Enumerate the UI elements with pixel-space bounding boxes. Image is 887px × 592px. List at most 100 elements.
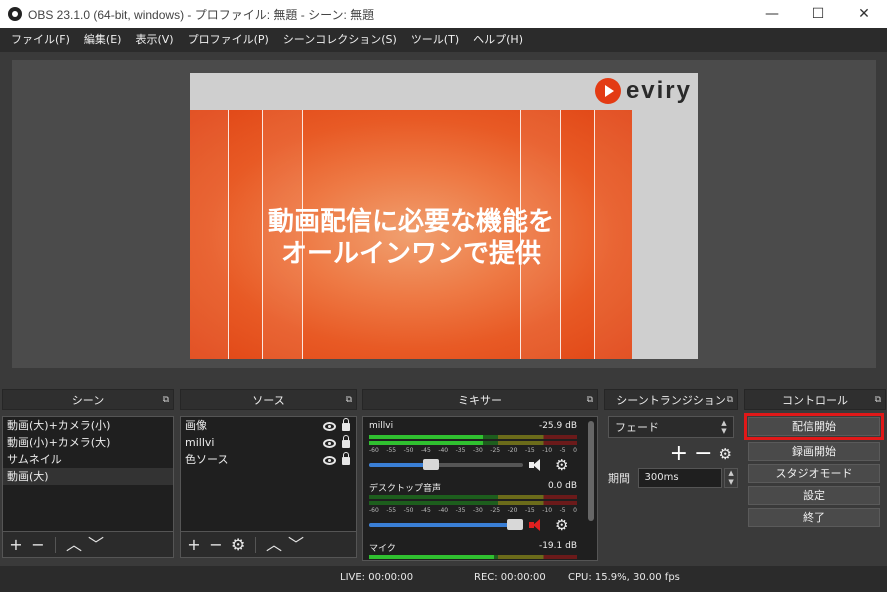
lock-icon[interactable] bbox=[342, 452, 350, 465]
scene-item-selected[interactable]: 動画(大) bbox=[3, 468, 173, 485]
volume-meter bbox=[369, 501, 577, 505]
maximize-button[interactable]: ☐ bbox=[795, 0, 841, 28]
title-bar: OBS 23.1.0 (64-bit, windows) - プロファイル: 無… bbox=[0, 0, 887, 28]
mixer-scrollbar[interactable] bbox=[588, 421, 594, 521]
gear-icon[interactable]: ⚙ bbox=[719, 447, 732, 462]
scale-tick: -50 bbox=[403, 507, 414, 514]
toolbar-divider bbox=[255, 536, 256, 553]
volume-meter bbox=[369, 435, 577, 439]
add-scene-button[interactable]: + bbox=[9, 536, 23, 553]
add-transition-button[interactable]: + bbox=[670, 443, 688, 465]
move-down-icon[interactable]: ﹀ bbox=[88, 536, 104, 553]
volume-slider[interactable] bbox=[369, 519, 524, 530]
gear-icon[interactable]: ⚙ bbox=[555, 518, 568, 533]
close-button[interactable]: ✕ bbox=[841, 0, 887, 28]
logo-text: eviry bbox=[625, 77, 692, 104]
move-down-icon[interactable]: ﹀ bbox=[288, 536, 304, 553]
start-streaming-button[interactable]: 配信開始 bbox=[744, 413, 884, 440]
scale-tick: 0 bbox=[573, 507, 577, 514]
menu-file[interactable]: ファイル(F) bbox=[4, 28, 77, 52]
menu-view[interactable]: 表示(V) bbox=[128, 28, 180, 52]
gear-icon[interactable]: ⚙ bbox=[555, 458, 568, 473]
source-label: 色ソース bbox=[185, 453, 229, 466]
menu-scene-collection[interactable]: シーンコレクション(S) bbox=[276, 28, 404, 52]
undock-icon[interactable]: ⧉ bbox=[346, 390, 352, 411]
add-source-button[interactable]: + bbox=[187, 536, 201, 553]
channel-name: マイク bbox=[369, 544, 396, 554]
speaker-muted-icon[interactable] bbox=[529, 518, 547, 532]
scale-tick: -40 bbox=[438, 507, 449, 514]
settings-button[interactable]: 設定 bbox=[748, 486, 880, 505]
slider-knob[interactable] bbox=[507, 519, 524, 530]
scene-item[interactable]: 動画(小)+カメラ(大) bbox=[3, 434, 173, 451]
minimize-button[interactable]: — bbox=[749, 0, 795, 28]
source-label: millvi bbox=[185, 436, 215, 449]
undock-icon[interactable]: ⧉ bbox=[587, 390, 593, 411]
scale-tick: -60 bbox=[369, 507, 379, 514]
slider-fill bbox=[369, 523, 516, 527]
lock-icon[interactable] bbox=[342, 435, 350, 448]
visibility-eye-icon[interactable] bbox=[323, 455, 336, 465]
remove-scene-button[interactable]: − bbox=[31, 536, 45, 553]
sources-list: 画像 millvi 色ソース bbox=[180, 416, 357, 532]
meter-level bbox=[369, 435, 484, 439]
source-item[interactable]: 画像 bbox=[181, 417, 356, 434]
menu-tools[interactable]: ツール(T) bbox=[404, 28, 466, 52]
preview-area[interactable]: eviry 動画配信に必要な機能を オールインワンで提供 bbox=[12, 60, 876, 368]
transitions-dock: シーントランジション ⧉ フェード ▲ ▼ + − ⚙ 期間 300ms ▲ ▼ bbox=[604, 389, 738, 561]
studio-mode-button[interactable]: スタジオモード bbox=[748, 464, 880, 483]
start-recording-button[interactable]: 録画開始 bbox=[748, 442, 880, 461]
undock-icon[interactable]: ⧉ bbox=[163, 390, 169, 411]
move-up-icon[interactable]: ︿ bbox=[66, 536, 82, 553]
volume-meter bbox=[369, 441, 577, 445]
source-item[interactable]: millvi bbox=[181, 434, 356, 451]
scale-tick: -5 bbox=[559, 507, 566, 514]
transition-select[interactable]: フェード ▲ ▼ bbox=[608, 416, 734, 438]
lock-icon[interactable] bbox=[342, 418, 350, 431]
rec-status: REC: 00:00:00 bbox=[474, 572, 546, 583]
preview-canvas[interactable]: eviry 動画配信に必要な機能を オールインワンで提供 bbox=[190, 73, 698, 359]
scale-tick: -50 bbox=[403, 447, 414, 454]
scenes-toolbar: + − ︿ ﹀ bbox=[2, 532, 174, 558]
speaker-icon[interactable] bbox=[529, 458, 547, 472]
duration-input[interactable]: 300ms bbox=[637, 468, 723, 488]
obs-logo-icon bbox=[8, 7, 22, 21]
undock-icon[interactable]: ⧉ bbox=[875, 390, 881, 411]
slide-headline: 動画配信に必要な機能を オールインワンで提供 bbox=[190, 206, 632, 270]
channel-db: -25.9 dB bbox=[538, 421, 577, 431]
undock-icon[interactable]: ⧉ bbox=[727, 390, 733, 411]
remove-source-button[interactable]: − bbox=[209, 536, 223, 553]
visibility-eye-icon[interactable] bbox=[323, 438, 336, 448]
slide-image: 動画配信に必要な機能を オールインワンで提供 bbox=[190, 110, 632, 359]
mixer-channel: デスクトップ音声 0.0 dB -60 -55 -50 -45 -40 -35 -30 -25… bbox=[369, 481, 577, 533]
source-properties-gear-icon[interactable]: ⚙ bbox=[231, 536, 245, 553]
meter-scale: -60 -55 -50 -45 -40 -35 -30 -25 -20 -15 -10 -5 0 bbox=[369, 507, 577, 514]
scenes-title: シーン bbox=[71, 394, 105, 407]
menu-profile[interactable]: プロファイル(P) bbox=[181, 28, 276, 52]
move-up-icon[interactable]: ︿ bbox=[266, 536, 282, 553]
mixer-channel: millvi -25.9 dB -60 -55 -50 -45 -40 -35 -30 -25… bbox=[369, 421, 577, 473]
volume-slider[interactable] bbox=[369, 459, 523, 470]
scene-item[interactable]: 動画(大)+カメラ(小) bbox=[3, 417, 173, 434]
scene-item[interactable]: サムネイル bbox=[3, 451, 173, 468]
scale-tick: -55 bbox=[386, 447, 397, 454]
visibility-eye-icon[interactable] bbox=[323, 421, 336, 431]
controls-dock: コントロール ⧉ 配信開始 録画開始 スタジオモード 設定 終了 bbox=[744, 389, 886, 561]
channel-name: millvi bbox=[369, 421, 394, 431]
sources-title: ソース bbox=[252, 394, 285, 407]
exit-button[interactable]: 終了 bbox=[748, 508, 880, 527]
source-item[interactable]: 色ソース bbox=[181, 451, 356, 468]
channel-db: -19.1 dB bbox=[538, 541, 577, 551]
slider-fill bbox=[369, 463, 431, 467]
eviry-logo: eviry bbox=[594, 77, 692, 105]
transition-selected: フェード bbox=[615, 421, 659, 434]
duration-spinner[interactable]: ▲ ▼ bbox=[724, 468, 738, 488]
remove-transition-button[interactable]: − bbox=[694, 443, 712, 465]
slider-knob[interactable] bbox=[422, 459, 439, 470]
channel-db: 0.0 dB bbox=[547, 481, 577, 491]
menu-help[interactable]: ヘルプ(H) bbox=[466, 28, 530, 52]
menu-edit[interactable]: 編集(E) bbox=[77, 28, 129, 52]
transitions-header: シーントランジション ⧉ bbox=[604, 389, 738, 410]
meter-level bbox=[369, 441, 484, 445]
scenes-header: シーン ⧉ bbox=[2, 389, 174, 410]
